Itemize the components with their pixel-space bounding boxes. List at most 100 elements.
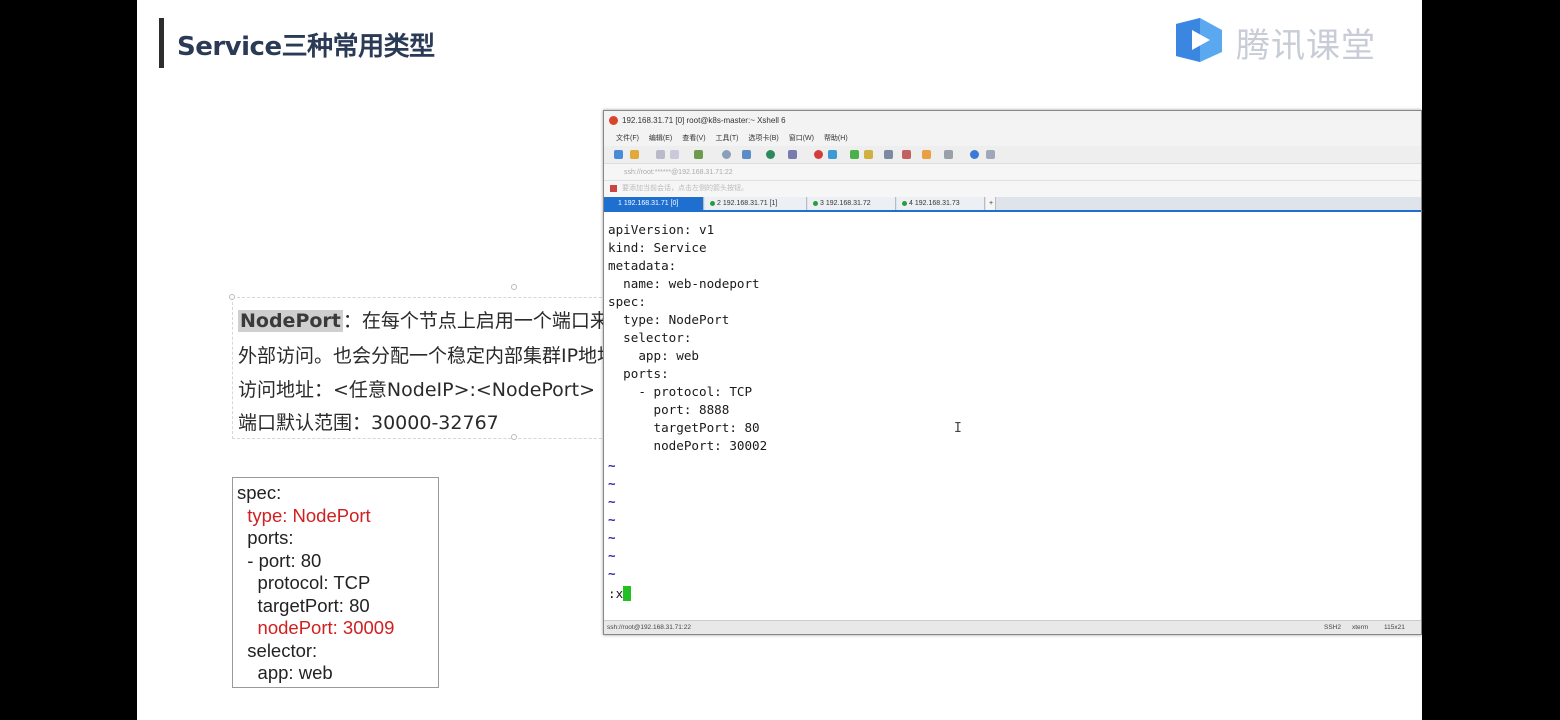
empty-buffer-line: ~ — [608, 494, 616, 509]
tab-session-2[interactable]: 2 192.168.31.71 [1] — [705, 197, 807, 210]
empty-buffer-line: ~ — [608, 566, 616, 581]
connected-dot-icon — [710, 201, 715, 206]
yaml-line: protocol: TCP — [237, 572, 371, 593]
empty-buffer-line: ~ — [608, 476, 616, 491]
font-icon[interactable] — [788, 150, 797, 159]
copy-icon[interactable] — [656, 150, 665, 159]
terminal-line: kind: Service — [608, 240, 707, 255]
menu-edit[interactable]: 编辑(E) — [649, 135, 672, 142]
yaml-line: targetPort: 80 — [237, 594, 370, 616]
menu-tools[interactable]: 工具(T) — [716, 135, 739, 142]
yaml-line: nodePort: 30009 — [237, 617, 395, 638]
tab-label: 3 192.168.31.72 — [820, 200, 871, 207]
bookmark-icon[interactable] — [610, 185, 617, 192]
empty-buffer-line: ~ — [608, 458, 616, 473]
title-accent-bar — [159, 18, 164, 68]
address-text: ssh://root:******@192.168.31.71:22 — [624, 169, 733, 176]
address-bar[interactable]: ssh://root:******@192.168.31.71:22 — [604, 164, 1421, 181]
tab-label: 4 192.168.31.73 — [909, 200, 960, 207]
description-line-4: 端口默认范围：30000-32767 — [238, 412, 499, 434]
tab-session-3[interactable]: 3 192.168.31.72 — [808, 197, 896, 210]
xftp-icon[interactable] — [814, 150, 823, 159]
resize-handle[interactable] — [229, 294, 235, 300]
window-title: 192.168.31.71 [0] root@k8s-master:~ Xshe… — [622, 116, 786, 125]
terminal-line: ports: — [608, 366, 669, 381]
description-text: ：在每个节点上启用一个端口来暴 — [342, 310, 628, 332]
menu-file[interactable]: 文件(F) — [616, 135, 639, 142]
script-icon[interactable] — [902, 150, 911, 159]
slide-title: Service三种常用类型 — [177, 32, 435, 62]
menu-tabs[interactable]: 选项卡(B) — [748, 135, 778, 142]
yaml-line: ports: — [237, 527, 294, 548]
tab-label: 2 192.168.31.71 [1] — [717, 200, 778, 207]
settings-icon[interactable] — [694, 150, 703, 159]
menu-window[interactable]: 窗口(W) — [789, 135, 814, 142]
vim-command: :x — [608, 586, 624, 601]
terminal-line: type: NodePort — [608, 312, 730, 327]
transfer-icon[interactable] — [828, 150, 837, 159]
toolbar — [604, 146, 1421, 164]
session-hint-bar: 要添加当前会话，点击左侧的箭头按钮。 — [604, 181, 1421, 197]
terminal-line: spec: — [608, 294, 646, 309]
slide: Service三种常用类型 腾讯课堂 NodePort ：在每个节点上启用一个端口… — [137, 0, 1422, 720]
tencent-classroom-play-icon — [1176, 18, 1222, 62]
empty-buffer-line: ~ — [608, 530, 616, 545]
description-line-3: 访问地址：<任意NodeIP>:<NodePort> — [238, 379, 595, 401]
search-icon[interactable] — [722, 150, 731, 159]
yaml-line: spec: — [237, 482, 282, 503]
terminal-screen[interactable]: apiVersion: v1 kind: Service metadata: n… — [604, 219, 1421, 617]
terminal-line: nodePort: 30002 — [608, 438, 768, 453]
text-cursor — [623, 586, 632, 601]
status-protocol: SSH2 — [1324, 624, 1341, 631]
empty-buffer-line: ~ — [608, 548, 616, 563]
nodeport-description: NodePort ：在每个节点上启用一个端口来暴 外部访问。也会分配一个稳定内部集… — [229, 284, 652, 440]
description-line-1: NodePort ：在每个节点上启用一个端口来暴 — [238, 306, 628, 333]
logo-text: 腾讯课堂 — [1236, 26, 1376, 66]
mouse-ibeam-icon: I — [954, 421, 962, 436]
yaml-example-box: spec: type: NodePort ports: - port: 80 p… — [232, 477, 439, 688]
yaml-line: app: web — [237, 662, 333, 683]
yaml-line: type: NodePort — [237, 504, 371, 526]
menu-view[interactable]: 查看(V) — [682, 135, 705, 142]
terminal-line: selector: — [608, 330, 692, 345]
menu-help[interactable]: 帮助(H) — [824, 135, 848, 142]
new-session-icon[interactable] — [614, 150, 623, 159]
tab-session-1[interactable]: 1 192.168.31.71 [0] — [604, 197, 704, 210]
rotate-handle[interactable] — [511, 284, 517, 290]
globe-icon[interactable] — [766, 150, 775, 159]
logo: 腾讯课堂 — [1170, 12, 1400, 68]
chat-icon[interactable] — [986, 150, 995, 159]
new-tab-button[interactable]: + — [986, 197, 996, 210]
terminal-line: port: 8888 — [608, 402, 730, 417]
yaml-line: selector: — [237, 639, 318, 661]
status-bar: ssh://root@192.168.31.71:22 SSH2 xterm 1… — [604, 620, 1421, 634]
menu-bar: 文件(F) 编辑(E) 查看(V) 工具(T) 选项卡(B) 窗口(W) 帮助(… — [604, 131, 1421, 146]
terminal-line: app: web — [608, 348, 699, 363]
nodeport-highlight: NodePort — [238, 310, 343, 332]
paste-icon[interactable] — [670, 150, 679, 159]
empty-buffer-line: ~ — [608, 512, 616, 527]
window-titlebar[interactable]: 192.168.31.71 [0] root@k8s-master:~ Xshe… — [604, 111, 1421, 131]
properties-icon[interactable] — [742, 150, 751, 159]
terminal-line: metadata: — [608, 258, 677, 273]
window-icon[interactable] — [944, 150, 953, 159]
terminal-line: targetPort: 80 — [608, 420, 760, 435]
xshell-window[interactable]: 192.168.31.71 [0] root@k8s-master:~ Xshe… — [603, 110, 1422, 635]
status-connection: ssh://root@192.168.31.71:22 — [607, 624, 691, 631]
keyboard-icon[interactable] — [884, 150, 893, 159]
terminal-line: name: web-nodeport — [608, 276, 760, 291]
session-tabs: 1 192.168.31.71 [0] 2 192.168.31.71 [1] … — [604, 197, 1421, 212]
description-line-2: 外部访问。也会分配一个稳定内部集群IP地址 — [238, 345, 617, 367]
help-icon[interactable] — [970, 150, 979, 159]
vim-command-line[interactable]: :x — [608, 585, 632, 603]
status-terminal-type: xterm — [1352, 624, 1369, 631]
tab-session-4[interactable]: 4 192.168.31.73 — [897, 197, 985, 210]
connected-dot-icon — [902, 201, 907, 206]
fullscreen-icon[interactable] — [850, 150, 859, 159]
layout-icon[interactable] — [922, 150, 931, 159]
terminal-line: - protocol: TCP — [608, 384, 753, 399]
resize-handle[interactable] — [511, 434, 517, 440]
lock-icon[interactable] — [864, 150, 873, 159]
connected-dot-icon — [813, 201, 818, 206]
open-folder-icon[interactable] — [630, 150, 639, 159]
